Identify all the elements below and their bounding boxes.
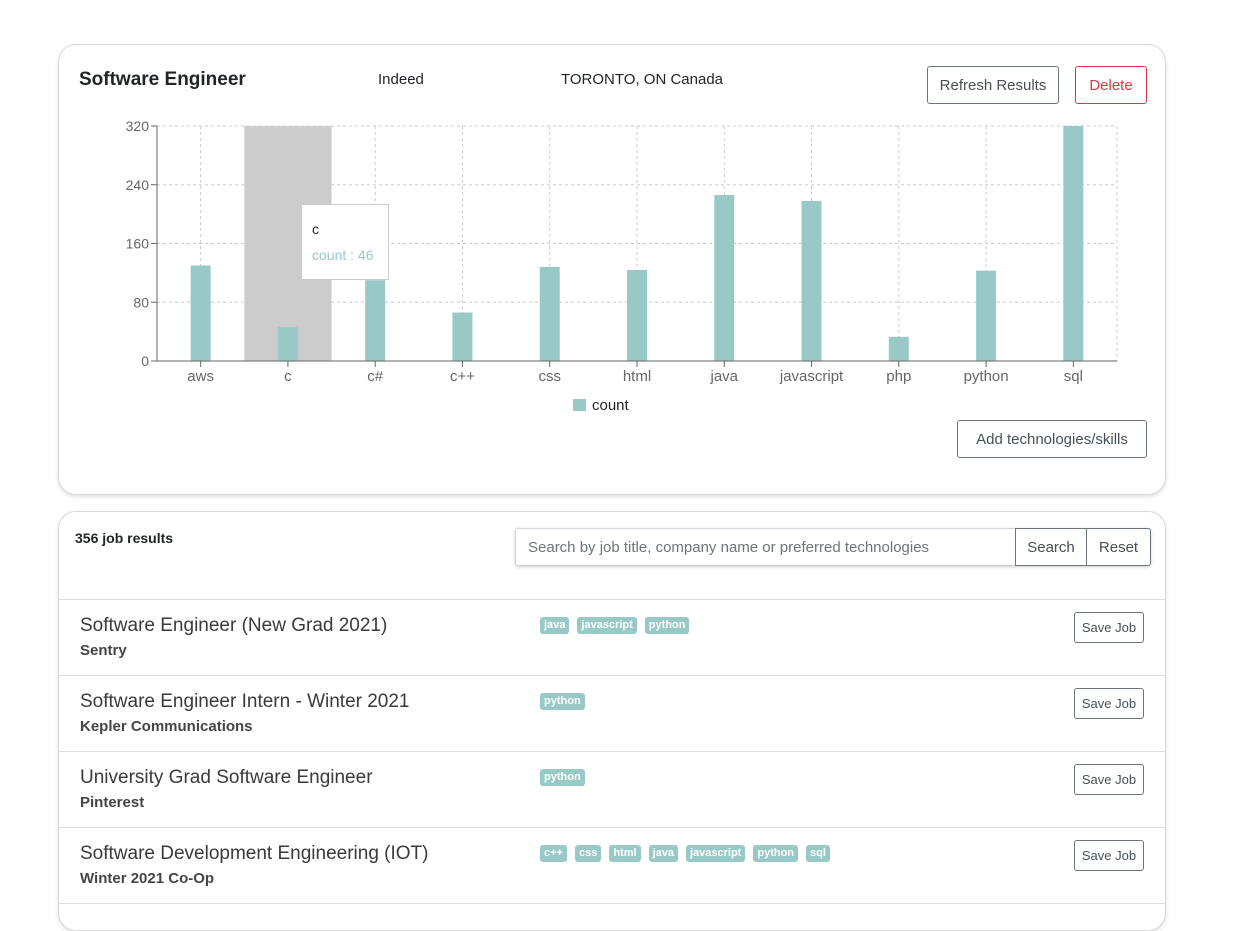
- x-tick-label: python: [964, 368, 1009, 385]
- reset-button[interactable]: Reset: [1087, 528, 1151, 566]
- x-tick-label: c: [284, 368, 292, 385]
- save-job-button[interactable]: Save Job: [1074, 612, 1144, 643]
- chart-tooltip: c count : 46: [301, 204, 389, 280]
- technology-tag: java: [648, 845, 678, 862]
- tooltip-value: count : 46: [312, 247, 374, 263]
- legend-label: count: [592, 397, 630, 414]
- bar-c#: [365, 280, 386, 361]
- bar-python: [976, 270, 997, 361]
- save-job-button[interactable]: Save Job: [1074, 840, 1144, 871]
- bar-c: [277, 327, 298, 361]
- job-title[interactable]: Software Engineer Intern - Winter 2021: [80, 691, 410, 713]
- job-row[interactable]: Software Development Engineering (IOT) Wi…: [59, 828, 1165, 904]
- bar-sql: [1063, 126, 1084, 361]
- tooltip-label: c: [312, 221, 319, 237]
- job-search-group: Search Reset: [515, 528, 1151, 566]
- add-technologies-button[interactable]: Add technologies/skills: [957, 420, 1147, 458]
- job-company: Winter 2021 Co-Op: [80, 870, 215, 887]
- x-tick-label: c++: [450, 368, 475, 385]
- x-tick-label: aws: [187, 368, 214, 385]
- job-row[interactable]: Software Engineer Intern - Winter 2021 Ke…: [59, 676, 1165, 752]
- x-tick-label: html: [623, 368, 651, 385]
- bar-php: [888, 336, 909, 361]
- job-company: Sentry: [80, 642, 127, 659]
- x-tick-label: sql: [1064, 368, 1083, 385]
- technology-tag: java: [540, 617, 570, 634]
- bar-java: [714, 195, 735, 361]
- technology-tag: python: [644, 617, 690, 634]
- bar-html: [627, 269, 647, 361]
- job-row[interactable]: University Grad Software Engineer Pintere…: [59, 752, 1165, 828]
- x-tick-label: c#: [367, 368, 384, 385]
- y-tick-label: 0: [141, 353, 149, 369]
- job-search-card: Software Engineer Indeed TORONTO, ON Can…: [58, 44, 1166, 495]
- save-job-button[interactable]: Save Job: [1074, 688, 1144, 719]
- job-tags: c++ css html java javascript python sql: [540, 845, 830, 862]
- bar-css: [539, 267, 560, 361]
- technology-tag: python: [753, 845, 799, 862]
- job-tags: python: [540, 693, 585, 710]
- technology-tag: javascript: [685, 845, 746, 862]
- job-results-card: 356 job results Search Reset Software En…: [58, 511, 1166, 931]
- x-tick-label: css: [538, 368, 561, 385]
- bar-javascript: [801, 200, 822, 361]
- bar-c++: [452, 312, 473, 361]
- technology-tag: c++: [540, 845, 567, 862]
- y-tick-label: 80: [133, 294, 149, 310]
- bar-aws: [190, 265, 211, 361]
- technology-tag: python: [540, 693, 585, 710]
- job-search-input[interactable]: [515, 528, 1015, 566]
- job-company: Kepler Communications: [80, 718, 253, 735]
- job-title[interactable]: Software Development Engineering (IOT): [80, 843, 429, 865]
- save-job-button[interactable]: Save Job: [1074, 764, 1144, 795]
- x-tick-label: java: [710, 368, 739, 385]
- job-company: Pinterest: [80, 794, 145, 811]
- technology-tag: css: [574, 845, 602, 862]
- results-count: 356 job results: [75, 530, 174, 546]
- job-title[interactable]: University Grad Software Engineer: [80, 767, 373, 789]
- job-tags: python: [540, 769, 585, 786]
- job-row[interactable]: Software Engineer (New Grad 2021) Sentry j…: [59, 600, 1165, 676]
- job-tags: java javascript python: [540, 617, 690, 634]
- y-tick-label: 240: [126, 177, 150, 193]
- technology-tag: html: [609, 845, 641, 862]
- x-tick-label: php: [886, 368, 911, 385]
- job-title[interactable]: Software Engineer (New Grad 2021): [80, 615, 387, 637]
- legend-swatch: [573, 399, 586, 411]
- technology-tag: sql: [806, 845, 830, 862]
- y-tick-label: 160: [126, 236, 150, 252]
- job-list: Software Engineer (New Grad 2021) Sentry j…: [59, 599, 1165, 904]
- technology-tag: python: [540, 769, 585, 786]
- x-tick-label: javascript: [779, 368, 844, 385]
- search-button[interactable]: Search: [1015, 528, 1087, 566]
- y-tick-label: 320: [126, 118, 150, 134]
- technology-tag: javascript: [577, 617, 637, 634]
